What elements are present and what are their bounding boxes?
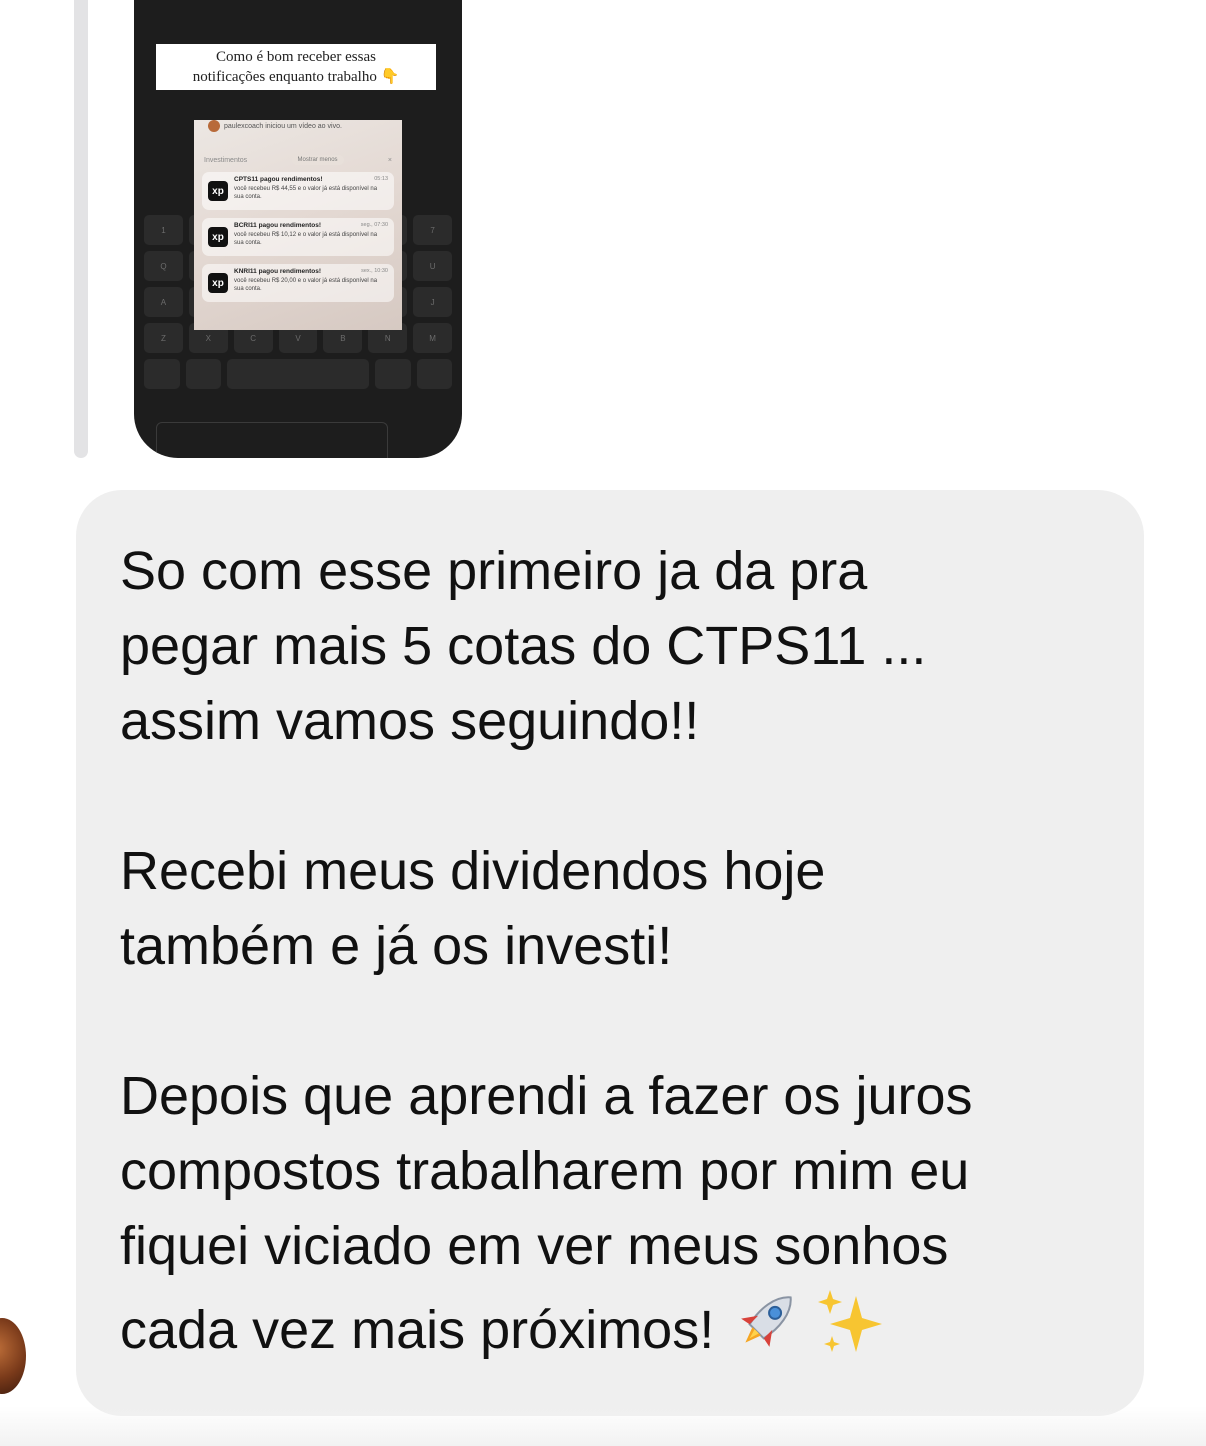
group-label: Investimentos	[204, 156, 248, 164]
rocket-icon	[732, 1284, 804, 1376]
notification-item: xp BCRI11 pagou rendimentos! você recebe…	[202, 218, 394, 256]
message-paragraph: So com esse primeiro ja da pra pegar mai…	[120, 541, 927, 751]
story-caption: Como é bom receber essas notificações en…	[156, 44, 436, 90]
bottom-shade	[0, 1406, 1206, 1446]
message-text: So com esse primeiro ja da pra pegar mai…	[120, 534, 1120, 1378]
xp-logo-icon: xp	[208, 227, 228, 247]
trackpad	[156, 422, 388, 458]
notification-item: xp KNRI11 pagou rendimentos! você recebe…	[202, 264, 394, 302]
caption-line: notificações enquanto trabalho 👇	[192, 69, 400, 85]
avatar[interactable]	[0, 1318, 26, 1394]
xp-logo-icon: xp	[208, 273, 228, 293]
notification-body: você recebeu R$ 44,55 e o valor já está …	[234, 186, 378, 200]
sparkles-icon	[818, 1286, 884, 1378]
notification-time: 05:13	[374, 176, 388, 182]
notification-title: BCRI11 pagou rendimentos!	[234, 222, 322, 229]
notification-panel: paulexcoach iniciou um vídeo ao vivo. In…	[194, 120, 402, 330]
live-avatar	[208, 120, 220, 132]
notification-group-header: Investimentos Mostrar menos ×	[194, 137, 402, 165]
story-preview[interactable]: 1234567 QWERTYU ASDFGHJ ZXCVBNM Como é b…	[134, 0, 462, 458]
caption-line: Como é bom receber essas	[216, 49, 376, 65]
notification-title: KNRI11 pagou rendimentos!	[234, 268, 322, 275]
message-paragraph: Recebi meus dividendos hoje também e já …	[120, 841, 826, 976]
close-icon: ×	[387, 156, 392, 164]
notification-item: xp CPTS11 pagou rendimentos! você recebe…	[202, 172, 394, 210]
notification-time: seg., 07:30	[360, 222, 388, 228]
notification-body: você recebeu R$ 10,12 e o valor já está …	[234, 232, 378, 246]
notification-title: CPTS11 pagou rendimentos!	[234, 176, 323, 183]
notification-time: sex., 10:30	[361, 268, 388, 274]
notification-body: você recebeu R$ 20,00 e o valor já está …	[234, 278, 378, 292]
show-less-pill: Mostrar menos	[291, 155, 344, 165]
keyboard-row	[144, 359, 452, 389]
live-notice: paulexcoach iniciou um vídeo ao vivo.	[224, 123, 342, 130]
reply-indicator-bar	[74, 0, 88, 458]
xp-logo-icon: xp	[208, 181, 228, 201]
